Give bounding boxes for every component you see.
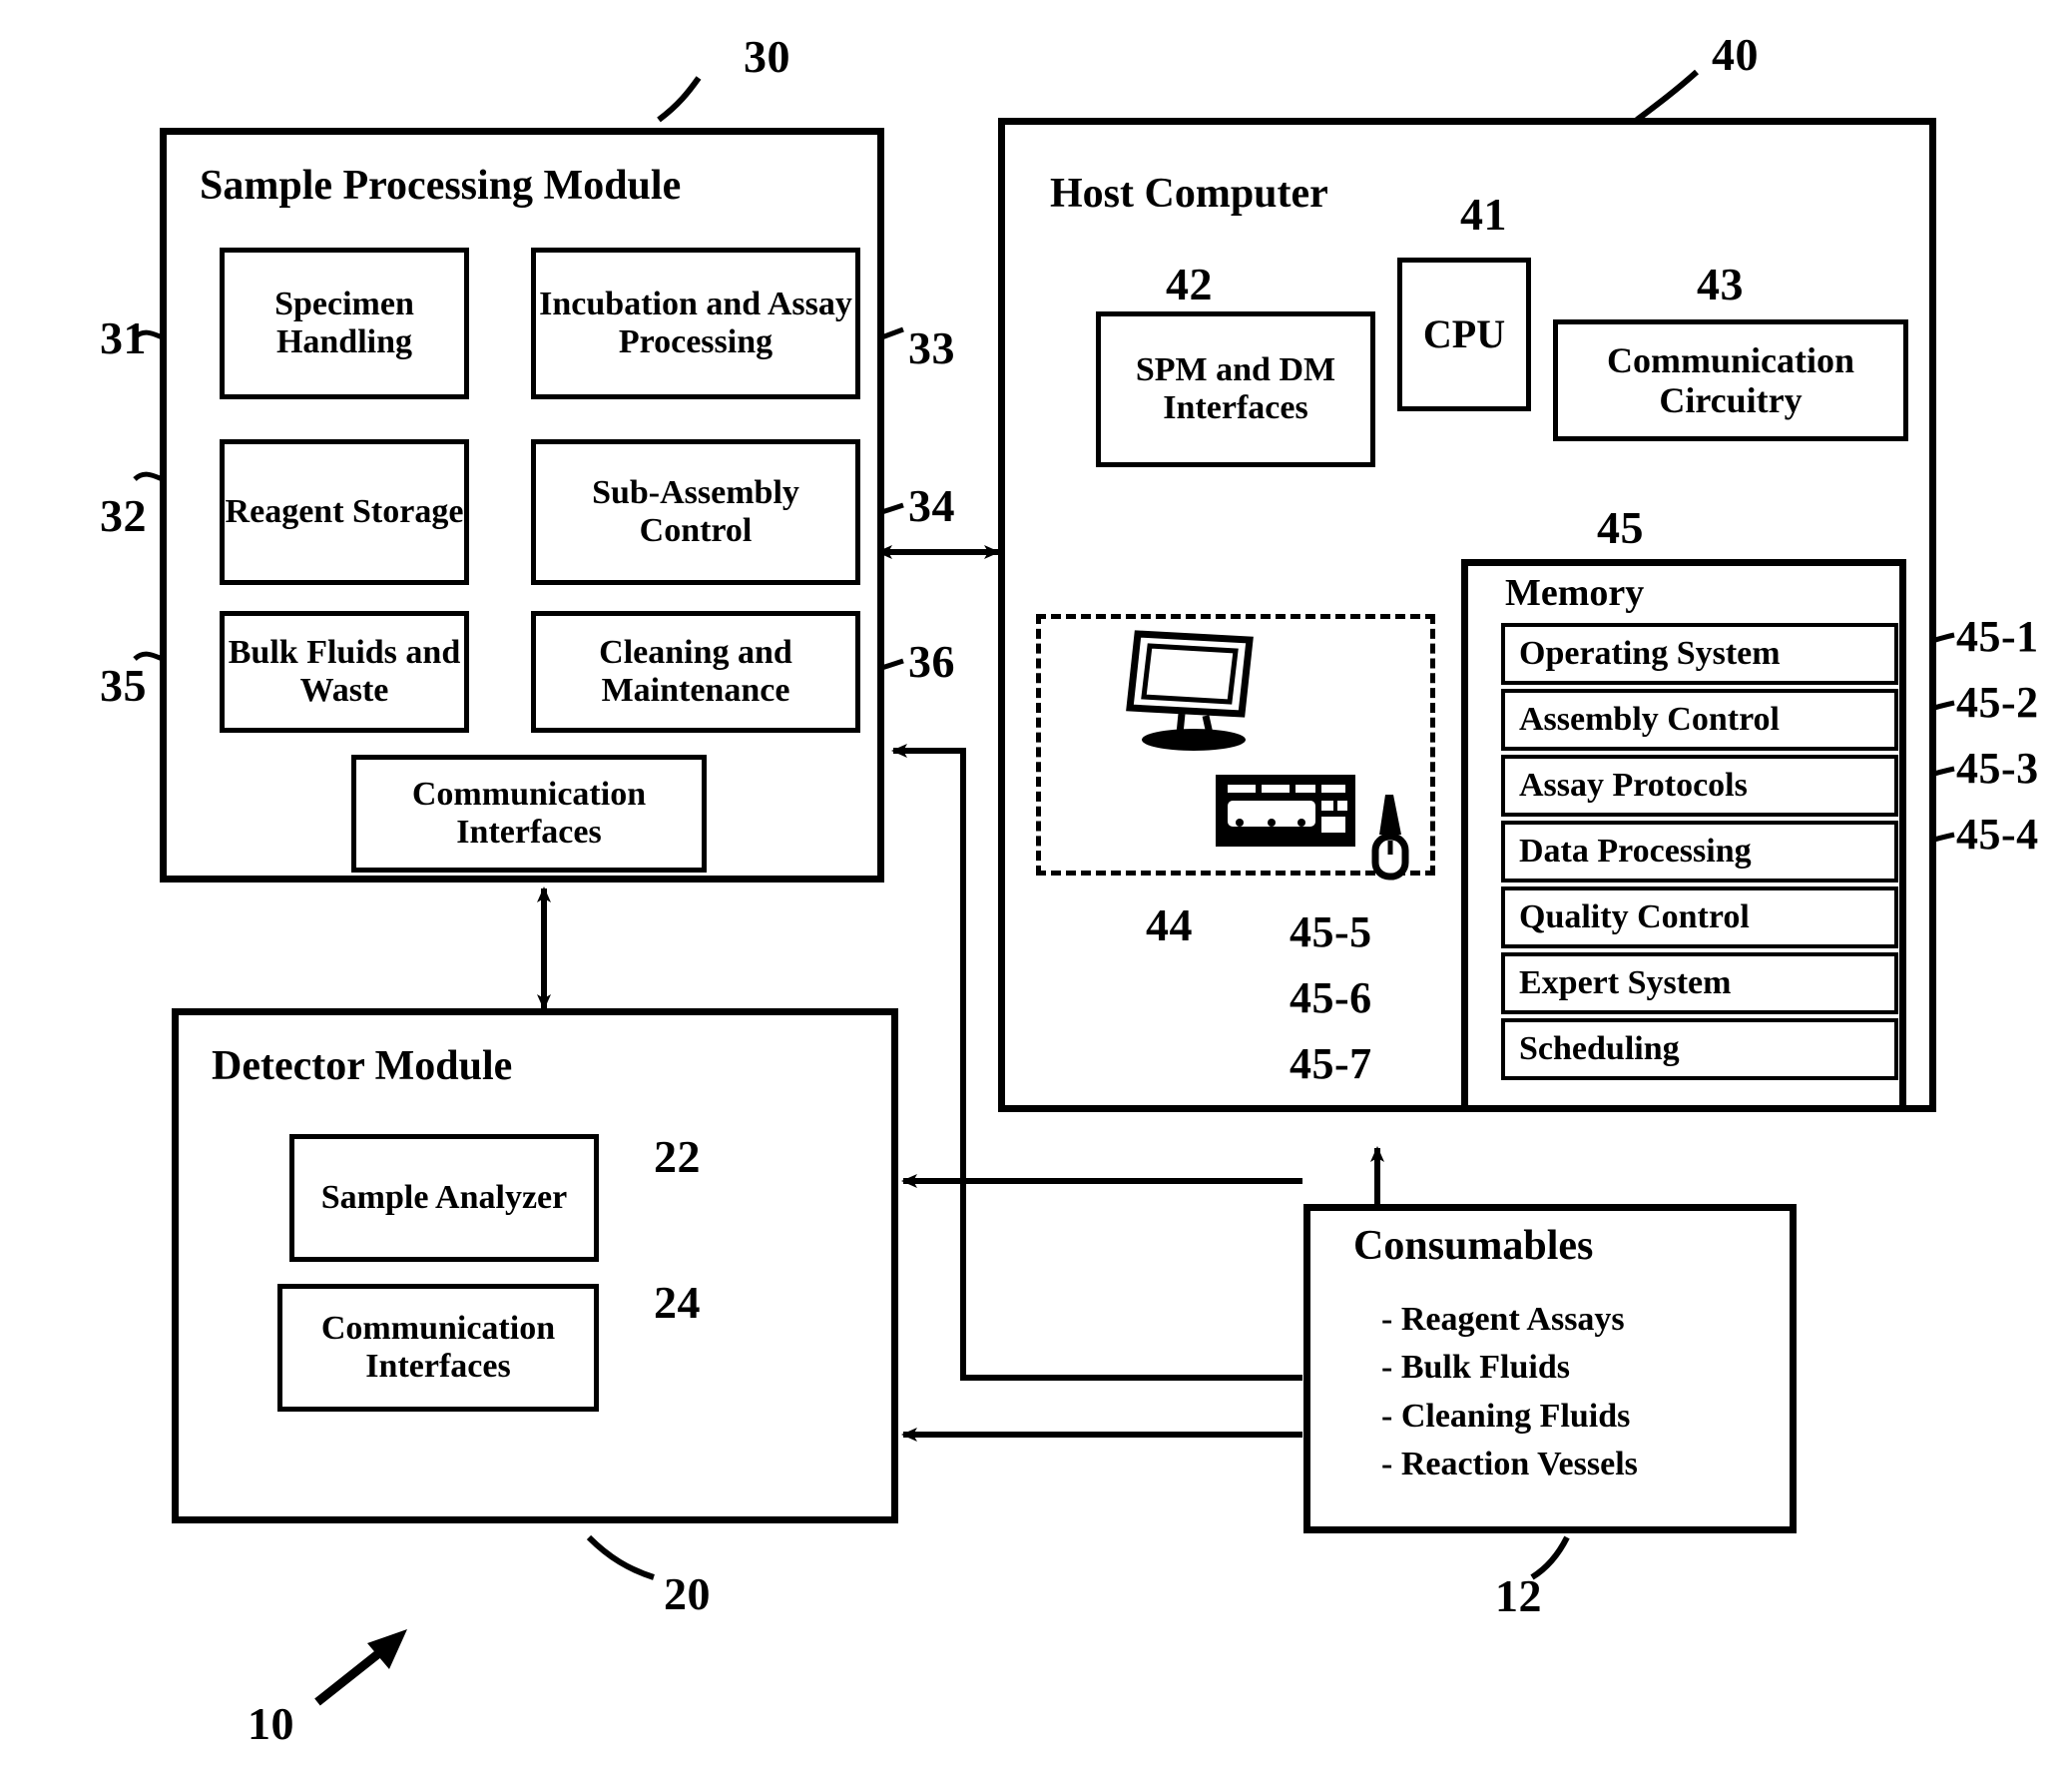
ref-41: 41 [1460,189,1507,240]
ref-22: 22 [654,1131,701,1182]
consumables-item-2: - Cleaning Fluids [1381,1397,1631,1435]
block-sample-analyzer: Sample Analyzer [289,1134,599,1262]
ref-35: 35 [100,660,147,711]
consumables-item-0: - Reagent Assays [1381,1301,1625,1338]
block-cpu: CPU [1397,258,1531,411]
block-bulk-fluids-and-waste: Bulk Fluids and Waste [220,611,469,733]
block-spm-communication-interfaces-label: Communication Interfaces [411,775,647,851]
ref-31: 31 [100,312,147,363]
patent-figure: Sample Processing Module 30 31 32 35 33 … [0,0,2072,1768]
mouse-icon [1371,795,1409,881]
ref-45-7: 45-7 [1290,1039,1372,1088]
block-specimen-handling: Specimen Handling [220,248,469,399]
ref-45-6: 45-6 [1290,973,1372,1022]
block-dm-communication-interfaces-label: Communication Interfaces [320,1309,556,1385]
ref-34: 34 [908,480,955,531]
block-cleaning-and-maintenance: Cleaning and Maintenance [531,611,860,733]
block-incubation-assay-processing: Incubation and Assay Processing [531,248,860,399]
block-bulk-fluids-and-waste-label: Bulk Fluids and Waste [228,633,461,709]
memory-item-quality-control-label: Quality Control [1519,898,1750,935]
ref-43: 43 [1697,259,1744,309]
block-dm-communication-interfaces: Communication Interfaces [277,1284,599,1412]
ref-24: 24 [654,1277,701,1328]
ref-10: 10 [248,1698,294,1749]
ref-42: 42 [1166,259,1213,309]
block-specimen-handling-label: Specimen Handling [274,285,414,360]
block-cpu-label: CPU [1422,310,1506,356]
block-incubation-assay-processing-label: Incubation and Assay Processing [539,285,852,360]
consumables-item-3: - Reaction Vessels [1381,1445,1638,1482]
block-communication-circuitry: Communication Circuitry [1553,319,1908,441]
sample-processing-module-title: Sample Processing Module [200,163,682,209]
block-sample-analyzer-label: Sample Analyzer [320,1178,568,1216]
consumables-list: - Reagent Assays - Bulk Fluids - Cleanin… [1381,1296,1638,1488]
memory-item-data-processing-label: Data Processing [1519,833,1752,870]
consumables-item-1: - Bulk Fluids [1381,1349,1570,1387]
ref-45-1: 45-1 [1956,612,2039,661]
memory-item-operating-system-label: Operating System [1519,635,1781,672]
block-reagent-storage: Reagent Storage [220,439,469,585]
ref-45-5: 45-5 [1290,907,1372,956]
ref-45-2: 45-2 [1956,678,2039,727]
memory-item-expert-system-label: Expert System [1519,964,1732,1001]
ref-44: 44 [1146,899,1193,950]
ref-33: 33 [908,322,955,373]
memory-item-data-processing: Data Processing [1501,821,1898,883]
ref-45: 45 [1597,502,1644,553]
ref-40: 40 [1712,29,1759,80]
ref-20: 20 [664,1568,711,1619]
memory-item-assembly-control: Assembly Control [1501,689,1898,751]
ref-45-3: 45-3 [1956,744,2039,793]
memory-item-scheduling: Scheduling [1501,1018,1898,1080]
block-cleaning-and-maintenance-label: Cleaning and Maintenance [599,633,792,709]
ref-12: 12 [1495,1570,1542,1621]
detector-module-title: Detector Module [212,1043,513,1089]
block-reagent-storage-label: Reagent Storage [225,492,464,530]
memory-item-operating-system: Operating System [1501,623,1898,685]
memory-item-assay-protocols-label: Assay Protocols [1519,767,1748,804]
ref-32: 32 [100,490,147,541]
host-computer-title: Host Computer [1050,171,1328,217]
memory-item-assay-protocols: Assay Protocols [1501,755,1898,817]
ref-36: 36 [908,636,955,687]
memory-item-expert-system: Expert System [1501,952,1898,1014]
monitor-icon [1126,630,1254,751]
consumables-title: Consumables [1353,1223,1594,1269]
block-spm-dm-interfaces-label: SPM and DM Interfaces [1135,350,1336,426]
block-sub-assembly-control-label: Sub-Assembly Control [592,473,799,549]
memory-item-assembly-control-label: Assembly Control [1519,701,1780,738]
block-communication-circuitry-label: Communication Circuitry [1606,339,1854,420]
memory-title: Memory [1505,572,1645,614]
block-spm-communication-interfaces: Communication Interfaces [351,755,707,873]
ref-30: 30 [744,31,790,82]
block-sub-assembly-control: Sub-Assembly Control [531,439,860,585]
block-spm-dm-interfaces: SPM and DM Interfaces [1096,311,1375,467]
ref-45-4: 45-4 [1956,810,2039,859]
memory-item-scheduling-label: Scheduling [1519,1030,1680,1067]
memory-item-quality-control: Quality Control [1501,886,1898,948]
